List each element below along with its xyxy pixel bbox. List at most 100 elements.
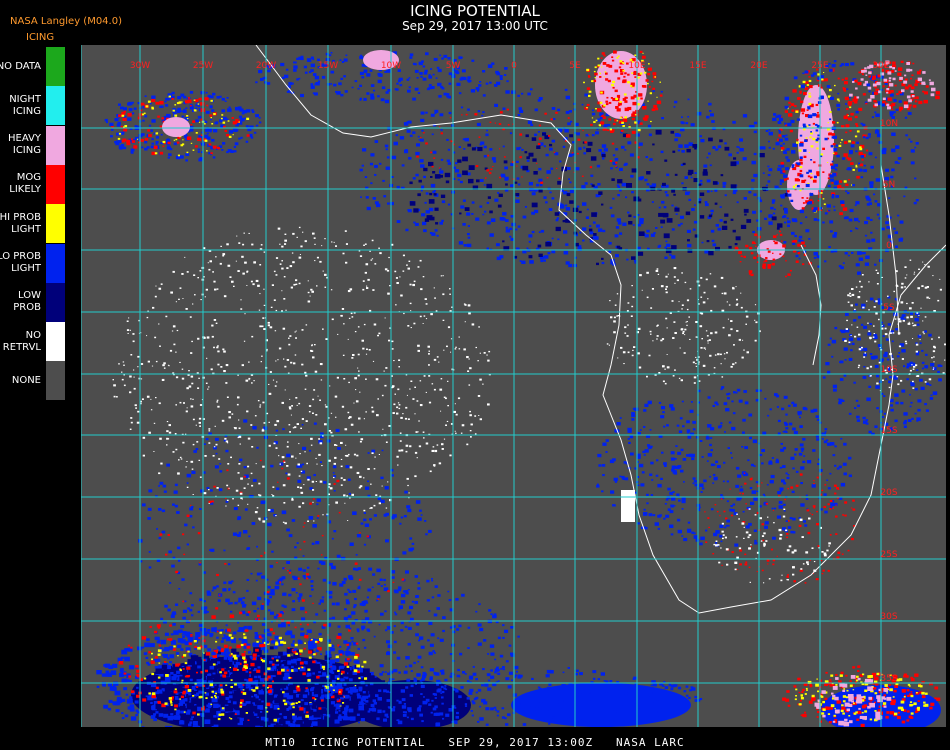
icing-pixel	[654, 107, 659, 111]
icing-pixel	[218, 688, 221, 690]
icing-pixel	[213, 703, 219, 708]
icing-pixel	[666, 173, 670, 177]
icing-pixel	[893, 689, 897, 693]
icing-pixel	[600, 91, 603, 94]
icing-pixel	[151, 694, 156, 699]
icing-pixel	[193, 109, 197, 112]
icing-pixel	[687, 696, 691, 700]
icing-pixel	[730, 218, 734, 221]
icing-pixel	[587, 141, 593, 146]
icing-pixel	[497, 204, 502, 208]
icing-pixel	[252, 689, 256, 692]
icing-pixel	[303, 522, 306, 524]
icing-pixel	[874, 111, 877, 114]
icing-pixel	[612, 154, 616, 157]
icing-pixel	[841, 78, 844, 81]
icing-pixel	[203, 443, 206, 445]
icing-pixel	[511, 679, 513, 682]
icing-pixel	[191, 716, 194, 719]
icing-pixel	[316, 517, 319, 519]
icing-pixel	[468, 178, 474, 184]
icing-pixel	[521, 92, 524, 95]
icing-pixel	[732, 120, 736, 124]
icing-pixel	[369, 69, 373, 72]
icing-pixel	[287, 654, 291, 657]
icing-pixel	[370, 84, 375, 87]
icing-pixel	[908, 715, 912, 719]
icing-pixel	[598, 149, 602, 152]
icing-pixel	[420, 514, 423, 516]
icing-pixel	[329, 659, 335, 664]
icing-pixel	[382, 179, 385, 182]
icing-pixel	[347, 588, 350, 591]
icing-pixel	[512, 693, 518, 697]
icing-pixel	[333, 83, 337, 87]
icing-pixel	[701, 241, 704, 244]
icing-pixel	[437, 594, 441, 597]
icing-pixel	[326, 439, 331, 443]
icing-pixel	[838, 100, 840, 102]
icing-pixel	[309, 674, 311, 677]
icing-pixel	[806, 109, 809, 111]
icing-pixel	[830, 178, 834, 182]
icing-pixel	[710, 209, 714, 213]
icing-pixel	[281, 510, 287, 515]
icing-pixel	[541, 709, 545, 711]
icing-pixel	[110, 128, 114, 131]
icing-pixel	[843, 153, 848, 157]
icing-pixel	[461, 69, 466, 73]
icing-pixel	[440, 132, 443, 135]
icing-pixel	[435, 722, 441, 726]
icing-pixel	[294, 626, 297, 629]
icing-pixel	[497, 192, 500, 194]
icing-pixel	[762, 172, 765, 174]
icing-pixel	[471, 147, 476, 151]
icing-pixel	[521, 176, 523, 178]
icing-pixel	[822, 701, 825, 704]
icing-pixel	[380, 98, 385, 102]
icing-pixel	[561, 684, 566, 688]
icing-pixel	[229, 666, 231, 669]
icing-pixel	[466, 212, 471, 216]
icing-pixel	[377, 697, 382, 701]
icing-pixel	[877, 715, 883, 720]
icing-pixel	[822, 171, 825, 173]
map-canvas: 30W 25W 20W 15W 10W 5W 0 5E 10E 15E 20E 25E 30E10N5N…	[81, 45, 946, 727]
icing-pixel	[184, 662, 188, 665]
icing-pixel	[296, 542, 299, 544]
icing-pixel	[545, 201, 548, 204]
icing-pixel	[616, 108, 621, 112]
icing-pixel	[433, 57, 438, 61]
icing-pixel	[313, 699, 316, 702]
icing-pixel	[593, 70, 596, 73]
icing-pixel	[884, 82, 888, 85]
icing-pixel	[736, 146, 739, 148]
icing-pixel	[699, 215, 705, 219]
icing-pixel	[686, 148, 691, 153]
icing-pixel	[852, 666, 856, 669]
icing-pixel	[167, 725, 173, 727]
icing-pixel	[190, 504, 192, 506]
icing-pixel	[471, 714, 474, 717]
icing-pixel	[607, 123, 611, 127]
icing-pixel	[820, 695, 824, 698]
icing-pixel	[271, 550, 274, 553]
icing-pixel	[197, 665, 201, 669]
icing-pixel	[834, 696, 839, 701]
icing-pixel	[638, 142, 643, 146]
icing-pixel	[536, 145, 541, 149]
icing-pixel	[826, 162, 829, 163]
icing-pixel	[551, 237, 554, 240]
icing-pixel	[659, 81, 661, 83]
icing-pixel	[795, 162, 798, 164]
icing-pixel	[367, 452, 370, 454]
icing-pixel	[882, 702, 887, 705]
icing-pixel	[495, 70, 499, 74]
icing-pixel	[245, 140, 249, 143]
icing-map[interactable]: 30W 25W 20W 15W 10W 5W 0 5E 10E 15E 20E 25E 30E 10N 5N…	[81, 45, 946, 727]
icing-pixel	[576, 132, 580, 136]
icing-pixel	[424, 69, 428, 73]
icing-pixel	[195, 119, 199, 123]
icing-pixel	[464, 137, 469, 142]
icing-pixel	[915, 199, 919, 202]
